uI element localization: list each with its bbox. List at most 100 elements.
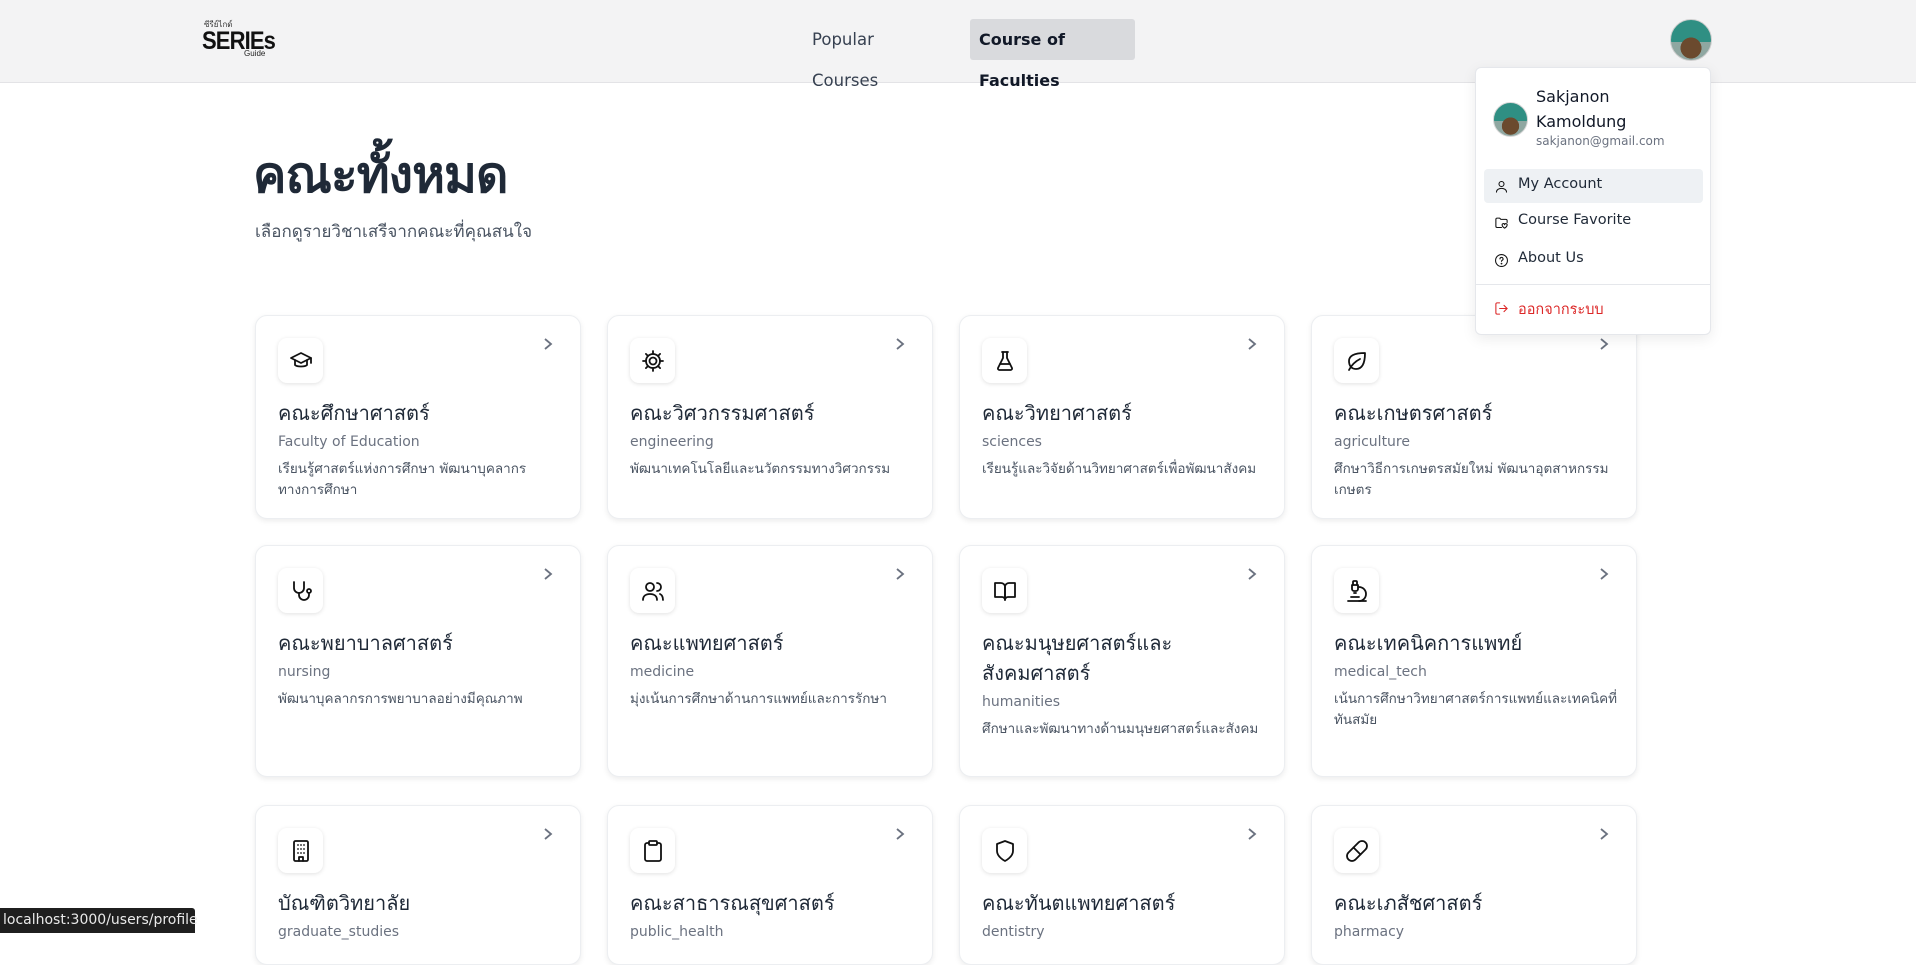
faculty-icon-box [1334,338,1379,383]
faculty-icon-box [982,828,1027,873]
faculty-description: เน้นการศึกษาวิทยาศาสตร์การแพทย์และเทคนิค… [1334,691,1618,728]
faculty-icon-box [630,338,675,383]
gear-icon [641,349,664,372]
faculty-card[interactable]: คณะศึกษาศาสตร์ Faculty of Education เรียนร… [255,315,581,519]
chevron-right-icon [894,336,906,350]
faculty-english-name: public_health [630,924,724,940]
faculty-icon-box [630,828,675,873]
menu-item-label: About Us [1518,250,1584,266]
faculty-name: คณะเภสัชศาสตร์ [1334,891,1483,915]
faculty-card[interactable]: คณะมนุษยศาสตร์และสังคมศาสตร์ humanities ศึ… [959,545,1285,777]
building-icon [292,839,309,862]
faculty-description: มุ่งเน้นการศึกษาด้านการแพทย์และการรักษา [630,691,887,707]
chevron-right-icon [1598,566,1610,580]
faculty-icon-box [982,338,1027,383]
nav-popular-courses[interactable]: Popular Courses [803,19,946,90]
faculty-name: คณะวิศวกรรมศาสตร์ [630,401,815,425]
menu-item-about-us[interactable]: About Us [1484,243,1703,277]
faculty-description: ศึกษาและพัฒนาทางด้านมนุษยศาสตร์และสังคม [982,721,1259,737]
faculty-english-name: humanities [982,694,1061,710]
pill-icon [1345,839,1368,862]
faculty-description: ศึกษาวิธีการเกษตรสมัยใหม่ พัฒนาอุตสาหกรร… [1334,461,1609,498]
book-open-icon [993,581,1016,601]
logout-icon [1494,301,1509,316]
faculty-icon-box [1334,828,1379,873]
chevron-right-icon [542,826,554,840]
menu-item-label: My Account [1518,176,1603,192]
faculty-english-name: sciences [982,434,1042,450]
faculty-name: คณะสาธารณสุขศาสตร์ [630,891,835,915]
faculty-icon-box [630,568,675,613]
folder-heart-icon [1494,215,1509,230]
menu-item-logout[interactable]: ออกจากระบบ [1484,291,1703,325]
faculty-description: พัฒนาบุคลากรการพยาบาลอย่างมีคุณภาพ [278,691,523,707]
faculty-english-name: pharmacy [1334,924,1405,940]
chevron-right-icon [1246,826,1258,840]
faculty-name: คณะศึกษาศาสตร์ [278,401,430,425]
chevron-right-icon [1246,566,1258,580]
users-icon [641,581,664,601]
menu-item-my-account[interactable]: My Account [1484,169,1703,203]
clipboard-icon [643,839,662,862]
faculty-name: คณะเทคนิคการแพทย์ [1334,631,1523,655]
faculty-icon-box [278,338,323,383]
chevron-right-icon [894,826,906,840]
logo-sub-text: Guide [244,49,266,58]
faculty-english-name: Faculty of Education [278,434,420,450]
faculty-description: พัฒนาเทคโนโลยีและนวัตกรรมทางวิศวกรรม [630,461,891,477]
faculty-icon-box [982,568,1027,613]
menu-item-label: Course Favorite [1518,212,1632,228]
faculty-card[interactable]: คณะแพทยศาสตร์ medicine มุ่งเน้นการศึกษาด้า… [607,545,933,777]
faculty-name: คณะทันตแพทยศาสตร์ [982,891,1176,915]
faculty-english-name: medical_tech [1334,664,1427,680]
faculty-card[interactable]: คณะสาธารณสุขศาสตร์ public_health [607,805,933,965]
menu-item-label: ออกจากระบบ [1518,302,1604,318]
faculty-description: เรียนรู้และวิจัยด้านวิทยาศาสตร์เพื่อพัฒน… [982,461,1257,477]
chevron-right-icon [542,336,554,350]
faculty-english-name: nursing [278,664,331,680]
user-name: Sakjanon Kamoldung [1536,87,1627,131]
faculty-name: บัณฑิตวิทยาลัย [278,891,411,915]
faculty-card[interactable]: คณะทันตแพทยศาสตร์ dentistry [959,805,1285,965]
link-preview-statusbar: localhost:3000/users/profile [0,908,198,933]
faculty-english-name: engineering [630,434,714,450]
faculty-card[interactable]: คณะเภสัชศาสตร์ pharmacy [1311,805,1637,965]
menu-divider [1476,284,1710,285]
faculty-card[interactable]: คณะวิทยาศาสตร์ sciences เรียนรู้และวิจัยด้… [959,315,1285,519]
series-guide-logo[interactable]: ซีรีย์ไกด์ SERIEs Guide [202,18,276,62]
help-circle-icon [1494,253,1509,268]
microscope-icon [1346,579,1367,602]
user-email: sakjanon@gmail.com [1536,134,1665,148]
user-avatar-button[interactable] [1670,19,1712,61]
faculty-card[interactable]: บัณฑิตวิทยาลัย graduate_studies [255,805,581,965]
leaf-icon [1347,351,1366,371]
faculty-english-name: agriculture [1334,434,1410,450]
faculty-english-name: graduate_studies [278,924,400,940]
faculty-icon-box [1334,568,1379,613]
faculty-icon-box [278,568,323,613]
faculty-name: คณะเกษตรศาสตร์ [1334,401,1493,425]
nav-course-of-faculties[interactable]: Course of Faculties [970,19,1135,90]
faculty-english-name: medicine [630,664,695,680]
faculty-card[interactable]: คณะเทคนิคการแพทย์ medical_tech เน้นการศึกษ… [1311,545,1637,777]
dropdown-avatar [1493,102,1528,137]
faculty-name: คณะแพทยศาสตร์ [630,631,784,655]
page-subtitle: เลือกดูรายวิชาเสรีจากคณะที่คุณสนใจ [255,222,533,242]
faculty-name: คณะพยาบาลศาสตร์ [278,631,453,655]
faculty-name: คณะมนุษยศาสตร์และสังคมศาสตร์ [982,631,1173,685]
faculty-english-name: dentistry [982,924,1045,940]
faculty-name: คณะวิทยาศาสตร์ [982,401,1132,425]
chevron-right-icon [1598,826,1610,840]
stethoscope-icon [292,580,312,601]
faculty-card[interactable]: คณะเกษตรศาสตร์ agriculture ศึกษาวิธีการเกษ… [1311,315,1637,519]
faculty-icon-box [278,828,323,873]
chevron-right-icon [1598,336,1610,350]
faculty-card[interactable]: คณะวิศวกรรมศาสตร์ engineering พัฒนาเทคโนโล… [607,315,933,519]
chevron-right-icon [894,566,906,580]
page-title: คณะทั้งหมด [253,146,508,204]
chevron-right-icon [1246,336,1258,350]
menu-item-course-favorite[interactable]: Course Favorite [1484,205,1703,239]
faculty-card[interactable]: คณะพยาบาลศาสตร์ nursing พัฒนาบุคลากรการพยา… [255,545,581,777]
user-dropdown-menu: Sakjanon Kamoldung sakjanon@gmail.com My… [1475,67,1711,335]
flask-icon [996,350,1013,371]
